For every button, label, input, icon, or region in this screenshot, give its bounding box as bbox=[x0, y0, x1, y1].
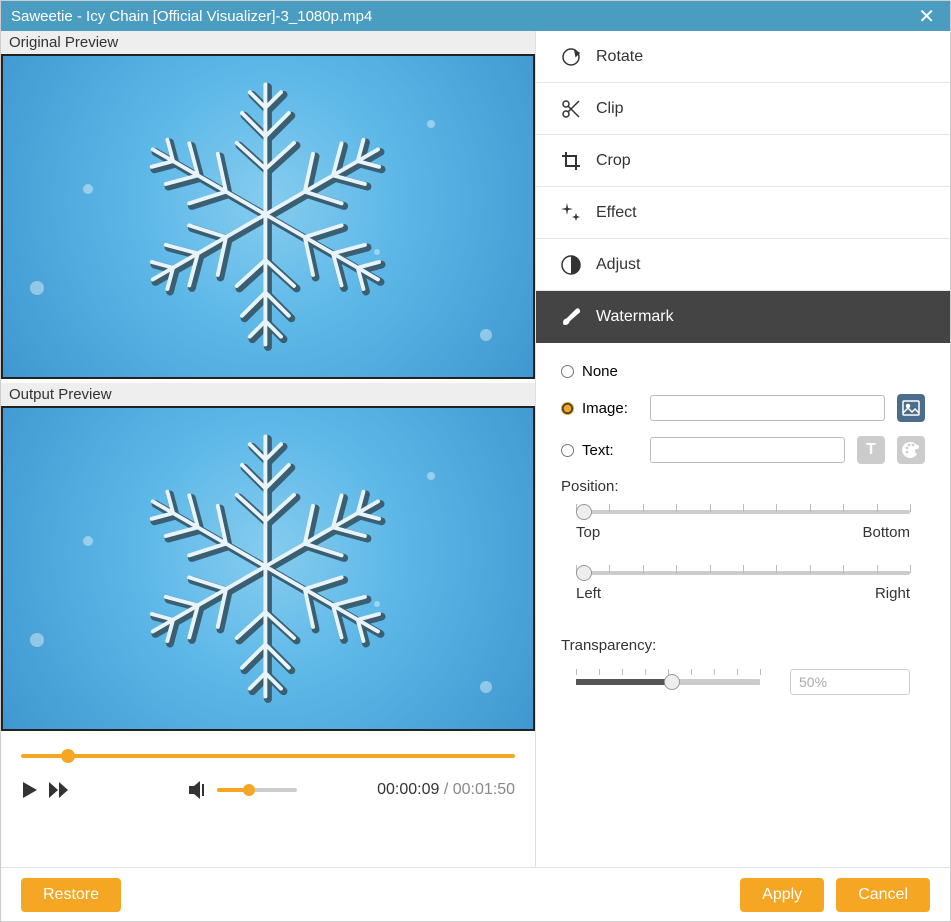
palette-icon bbox=[902, 441, 920, 459]
tab-label: Clip bbox=[596, 100, 624, 118]
tab-label: Crop bbox=[596, 152, 631, 170]
particle bbox=[480, 329, 492, 341]
radio-none[interactable] bbox=[561, 365, 574, 378]
play-icon[interactable] bbox=[21, 781, 39, 799]
cancel-button[interactable]: Cancel bbox=[836, 878, 930, 912]
transparency-fill bbox=[576, 679, 668, 685]
tab-label: Rotate bbox=[596, 48, 643, 66]
main-area: Original Preview bbox=[1, 31, 950, 867]
text-style-button[interactable]: T bbox=[857, 436, 885, 464]
sparkle-icon bbox=[561, 203, 581, 223]
radio-text[interactable] bbox=[561, 444, 574, 457]
particle bbox=[374, 601, 380, 607]
particle bbox=[30, 281, 44, 295]
tab-label: Adjust bbox=[596, 256, 640, 274]
particle bbox=[480, 681, 492, 693]
browse-image-button[interactable] bbox=[897, 394, 925, 422]
timeline-track bbox=[21, 754, 515, 758]
volume-thumb[interactable] bbox=[243, 784, 255, 796]
time-current: 00:00:09 bbox=[377, 781, 439, 798]
transparency-input[interactable] bbox=[790, 669, 910, 695]
right-panel: Rotate Clip Crop Effect Adjust Watermark… bbox=[536, 31, 950, 867]
window-title: Saweetie - Icy Chain [Official Visualize… bbox=[11, 8, 913, 25]
timeline-thumb[interactable] bbox=[61, 749, 75, 763]
tab-rotate[interactable]: Rotate bbox=[536, 31, 950, 83]
scissors-icon bbox=[561, 99, 581, 119]
transparency-label: Transparency: bbox=[561, 637, 925, 654]
horizontal-position-slider[interactable]: Left Right bbox=[576, 571, 910, 602]
particle bbox=[83, 536, 93, 546]
volume-slider[interactable] bbox=[217, 788, 297, 792]
image-path-input[interactable] bbox=[650, 395, 885, 421]
volume-fill bbox=[217, 788, 245, 792]
title-bar: Saweetie - Icy Chain [Official Visualize… bbox=[1, 1, 950, 31]
tab-watermark[interactable]: Watermark bbox=[536, 291, 950, 343]
particle bbox=[30, 633, 44, 647]
snowflake-icon bbox=[138, 67, 398, 367]
original-preview-label: Original Preview bbox=[1, 31, 535, 54]
bottom-bar: Restore Apply Cancel bbox=[1, 867, 950, 921]
watermark-image-option[interactable]: Image: bbox=[561, 394, 925, 422]
tab-effect[interactable]: Effect bbox=[536, 187, 950, 239]
time-total: 00:01:50 bbox=[453, 781, 515, 798]
tab-label: Effect bbox=[596, 204, 637, 222]
slider-thumb[interactable] bbox=[576, 504, 592, 520]
original-preview bbox=[1, 54, 535, 379]
text-input[interactable] bbox=[650, 437, 845, 463]
pos-top-label: Top bbox=[576, 524, 600, 541]
pos-right-label: Right bbox=[875, 585, 910, 602]
rotate-icon bbox=[561, 47, 581, 67]
radio-image[interactable] bbox=[561, 402, 574, 415]
text-label: Text: bbox=[582, 442, 642, 459]
tab-clip[interactable]: Clip bbox=[536, 83, 950, 135]
controls-row: 00:00:09 / 00:01:50 bbox=[21, 781, 515, 799]
pos-left-label: Left bbox=[576, 585, 601, 602]
text-color-button[interactable] bbox=[897, 436, 925, 464]
particle bbox=[374, 249, 380, 255]
pos-bottom-label: Bottom bbox=[862, 524, 910, 541]
watermark-settings: None Image: Text: T bbox=[536, 343, 950, 715]
volume-group bbox=[189, 781, 297, 799]
crop-icon bbox=[561, 151, 581, 171]
image-icon bbox=[902, 400, 920, 416]
none-label: None bbox=[582, 363, 642, 380]
apply-button[interactable]: Apply bbox=[740, 878, 824, 912]
tab-label: Watermark bbox=[596, 308, 674, 326]
output-preview-label: Output Preview bbox=[1, 383, 535, 406]
tab-adjust[interactable]: Adjust bbox=[536, 239, 950, 291]
slider-thumb[interactable] bbox=[576, 565, 592, 581]
snowflake-icon bbox=[138, 419, 398, 719]
transparency-slider[interactable] bbox=[576, 679, 760, 685]
watermark-text-option[interactable]: Text: T bbox=[561, 436, 925, 464]
time-display: 00:00:09 / 00:01:50 bbox=[377, 781, 515, 799]
close-icon[interactable]: ✕ bbox=[913, 4, 940, 29]
timeline-slider[interactable] bbox=[21, 746, 515, 766]
output-preview bbox=[1, 406, 535, 731]
brush-icon bbox=[561, 307, 581, 327]
watermark-none-option[interactable]: None bbox=[561, 363, 925, 380]
particle bbox=[83, 184, 93, 194]
text-t-icon: T bbox=[866, 441, 876, 459]
volume-icon[interactable] bbox=[189, 781, 209, 799]
adjust-icon bbox=[561, 255, 581, 275]
restore-button[interactable]: Restore bbox=[21, 878, 121, 912]
position-label: Position: bbox=[561, 478, 925, 495]
transparency-row bbox=[561, 669, 925, 695]
vertical-position-slider[interactable]: Top Bottom bbox=[576, 510, 910, 541]
fast-forward-icon[interactable] bbox=[49, 782, 69, 798]
tab-crop[interactable]: Crop bbox=[536, 135, 950, 187]
playback-controls: 00:00:09 / 00:01:50 bbox=[1, 731, 535, 809]
image-label: Image: bbox=[582, 400, 642, 417]
left-panel: Original Preview bbox=[1, 31, 536, 867]
